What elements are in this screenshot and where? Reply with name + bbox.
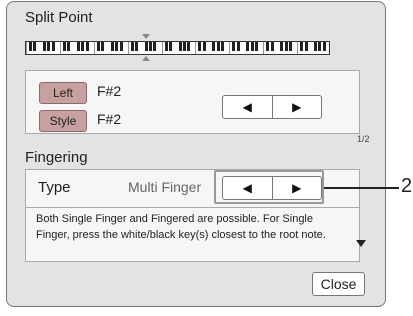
black-key — [42, 42, 46, 51]
black-key — [115, 42, 119, 51]
black-key — [314, 42, 318, 51]
black-key — [178, 42, 182, 51]
black-key — [232, 42, 236, 51]
black-key — [216, 42, 220, 51]
black-key — [212, 42, 216, 51]
black-key — [270, 42, 274, 51]
black-key — [81, 42, 85, 51]
split-marker-top-icon — [142, 34, 150, 39]
octave-divider — [229, 42, 231, 54]
black-key — [164, 42, 168, 51]
black-key — [202, 42, 206, 51]
black-key — [318, 42, 322, 51]
octave-divider — [59, 42, 61, 54]
octave-divider — [195, 42, 197, 54]
page-indicator: 1/2 — [357, 134, 370, 144]
callout-leader-line — [324, 187, 399, 189]
close-button[interactable]: Close — [312, 272, 365, 296]
callout-number: 2 — [401, 175, 413, 197]
black-key — [85, 42, 89, 51]
black-key — [322, 42, 326, 51]
black-key — [221, 42, 225, 51]
fingering-description: Both Single Finger and Fingered are poss… — [36, 213, 326, 241]
octave-divider — [93, 42, 95, 54]
black-key — [280, 42, 284, 51]
black-key — [198, 42, 202, 51]
black-key — [96, 42, 100, 51]
scroll-down-icon[interactable] — [356, 240, 366, 247]
black-key — [236, 42, 240, 51]
left-arrow-icon: ◀ — [242, 100, 252, 114]
black-key — [47, 42, 51, 51]
type-value: Multi Finger — [128, 179, 202, 195]
split-point-panel: Left F#2 Style F#2 ◀ ▶ — [25, 70, 360, 134]
black-key — [29, 42, 33, 51]
octave-divider — [263, 42, 265, 54]
type-label: Type — [38, 179, 71, 196]
black-key — [250, 42, 254, 51]
black-key — [76, 42, 80, 51]
black-key — [51, 42, 55, 51]
split-point-title: Split Point — [25, 9, 93, 26]
black-key — [169, 42, 172, 51]
black-key — [33, 42, 37, 51]
keyboard-graphic[interactable] — [25, 41, 330, 55]
split-point-arrows: ◀ ▶ — [222, 95, 322, 119]
fingering-title: Fingering — [25, 149, 88, 166]
black-key — [153, 42, 157, 51]
octave-divider — [297, 42, 299, 54]
octave-divider — [26, 42, 27, 54]
black-key — [110, 42, 114, 51]
black-key — [300, 42, 304, 51]
black-key — [62, 42, 66, 51]
increment-button[interactable]: ▶ — [271, 96, 322, 118]
callout-highlight — [214, 170, 324, 204]
black-key — [135, 42, 139, 51]
black-key — [246, 42, 250, 51]
black-key — [288, 42, 292, 51]
black-key — [255, 42, 259, 51]
octave-divider — [127, 42, 129, 54]
octave-divider — [161, 42, 163, 54]
black-key — [187, 42, 191, 51]
black-key — [101, 42, 105, 51]
divider — [26, 207, 359, 208]
style-button[interactable]: Style — [39, 110, 87, 132]
black-key — [144, 42, 148, 51]
black-key — [266, 42, 270, 51]
black-key — [119, 42, 123, 51]
black-key — [130, 42, 134, 51]
black-key — [149, 42, 153, 51]
left-value: F#2 — [97, 83, 122, 99]
black-key — [304, 42, 308, 51]
black-key — [67, 42, 71, 51]
right-arrow-icon: ▶ — [292, 100, 302, 114]
black-key — [182, 42, 186, 51]
split-marker-bottom-icon — [142, 56, 150, 61]
black-key — [284, 42, 288, 51]
left-button[interactable]: Left — [39, 82, 87, 104]
style-value: F#2 — [97, 111, 122, 127]
decrement-button[interactable]: ◀ — [223, 96, 272, 118]
